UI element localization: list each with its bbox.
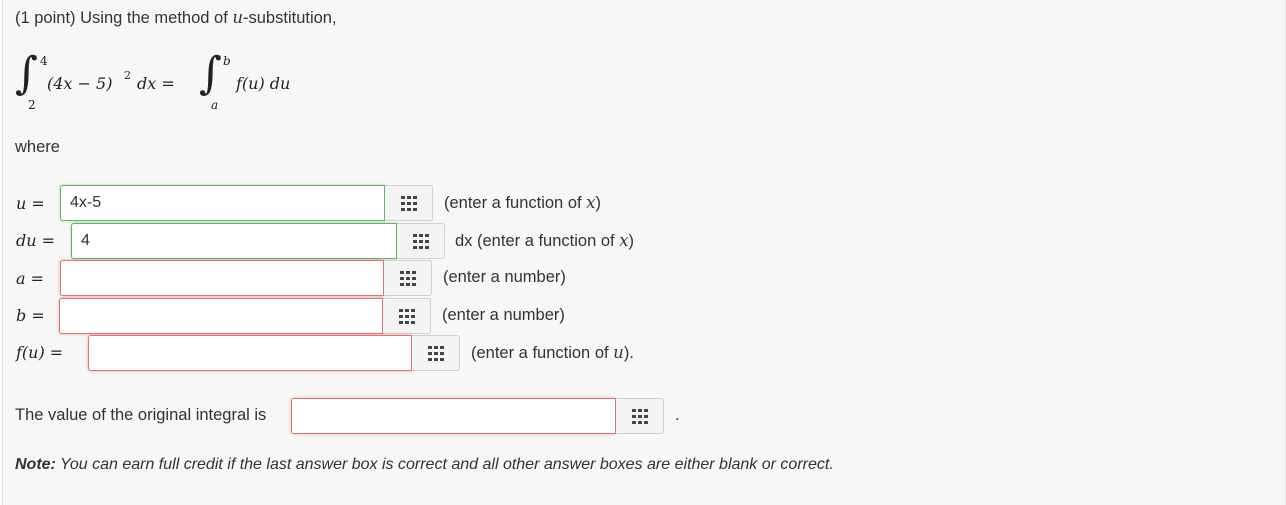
lower-limit-1: 2 (28, 98, 36, 112)
dx-equals: dx = (137, 74, 175, 93)
upper-limit-2: b (223, 54, 231, 68)
fu-grid-button[interactable] (412, 335, 460, 371)
u-input[interactable] (60, 185, 385, 221)
a-hint: (enter a number) (443, 268, 566, 286)
a-label: a = (16, 269, 45, 288)
grid-icon (632, 409, 648, 424)
fu-hint-close: ). (623, 344, 634, 362)
grid-icon (399, 309, 415, 324)
problem-header: (1 point) Using the method of u-substitu… (15, 8, 337, 28)
du-hint-text: dx (enter a function of (455, 232, 620, 250)
du-hint: dx (enter a function of x) (455, 231, 634, 251)
du-hint-var: x (619, 231, 629, 250)
exponent: 2 (124, 69, 131, 82)
final-answer-input[interactable] (291, 398, 616, 434)
b-input[interactable] (59, 298, 383, 334)
grid-icon (401, 196, 417, 211)
final-period: . (675, 406, 680, 424)
fu-label: f(u) = (16, 343, 64, 362)
fu-input[interactable] (88, 335, 412, 371)
b-hint: (enter a number) (442, 306, 565, 324)
grid-icon (428, 346, 444, 361)
note: Note: You can earn full credit if the la… (15, 456, 834, 474)
integral-equation: ∫ 4 2 (4x − 5) 2 dx = ∫ b a f(u) du (13, 48, 313, 120)
note-label: Note: (15, 456, 56, 473)
a-input[interactable] (60, 260, 384, 296)
du-label: du = (16, 231, 56, 250)
u-grid-button[interactable] (385, 185, 433, 221)
u-hint-close: ) (595, 194, 601, 212)
du-grid-button[interactable] (397, 223, 445, 259)
u-label: u = (16, 194, 45, 213)
u-hint-text: (enter a function of (444, 194, 587, 212)
where-label: where (15, 138, 60, 156)
integral-sign-1: ∫ (15, 48, 38, 99)
fu-hint-text: (enter a function of (471, 344, 614, 362)
note-text: You can earn full credit if the last ans… (55, 456, 834, 473)
problem-panel: (1 point) Using the method of u-substitu… (2, 0, 1286, 505)
du-hint-close: ) (628, 232, 635, 250)
integrand-2: f(u) du (236, 74, 291, 93)
grid-icon (413, 234, 429, 249)
final-grid-button[interactable] (616, 398, 664, 434)
integral-sign-2: ∫ (199, 48, 222, 99)
a-grid-button[interactable] (384, 260, 432, 296)
lower-limit-2: a (211, 98, 219, 112)
header-variable: u (232, 8, 244, 27)
du-input[interactable] (71, 223, 397, 259)
b-grid-button[interactable] (383, 298, 431, 334)
fu-hint-var: u (613, 343, 624, 362)
header-text: (1 point) Using the method of (15, 9, 233, 27)
u-hint: (enter a function of x) (444, 193, 601, 213)
header-tail: -substitution, (243, 9, 337, 27)
grid-icon (400, 271, 416, 286)
fu-hint: (enter a function of u). (471, 343, 634, 363)
integrand: (4x − 5) (47, 74, 113, 93)
final-answer-label: The value of the original integral is (15, 406, 267, 424)
b-label: b = (16, 306, 45, 325)
upper-limit-1: 4 (40, 54, 48, 68)
